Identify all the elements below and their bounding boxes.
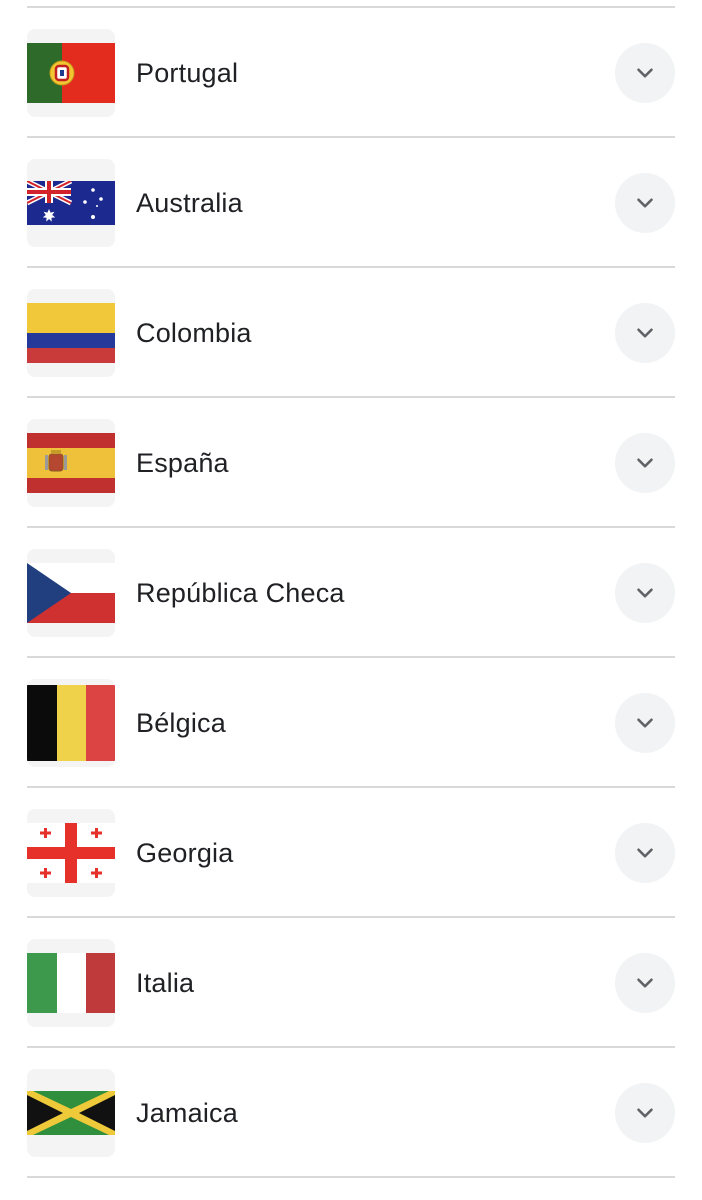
- country-row-colombia[interactable]: Colombia: [27, 268, 675, 398]
- australia-flag-icon: [27, 181, 115, 225]
- country-row-belgium[interactable]: Bélgica: [27, 658, 675, 788]
- georgia-flag-icon: [27, 823, 115, 883]
- expand-button[interactable]: [615, 433, 675, 493]
- italy-flag-icon: [27, 953, 115, 1013]
- flag-tile: [27, 549, 115, 637]
- country-name: Australia: [136, 188, 243, 218]
- flag-tile: [27, 159, 115, 247]
- flag-tile: [27, 809, 115, 897]
- expand-button[interactable]: [615, 693, 675, 753]
- chevron-down-icon: [637, 848, 653, 858]
- expand-button[interactable]: [615, 173, 675, 233]
- country-row-georgia[interactable]: Georgia: [27, 788, 675, 918]
- chevron-down-icon: [637, 68, 653, 78]
- flag-tile: [27, 679, 115, 767]
- flag-tile: [27, 419, 115, 507]
- country-row-jamaica[interactable]: Jamaica: [27, 1048, 675, 1178]
- expand-button[interactable]: [615, 43, 675, 103]
- czech-republic-flag-icon: [27, 563, 115, 623]
- flag-tile: [27, 29, 115, 117]
- country-row-spain[interactable]: España: [27, 398, 675, 528]
- country-row-portugal[interactable]: Portugal: [27, 8, 675, 138]
- colombia-flag-icon: [27, 303, 115, 363]
- expand-button[interactable]: [615, 303, 675, 363]
- chevron-down-icon: [637, 198, 653, 208]
- country-name: Portugal: [136, 58, 239, 88]
- chevron-down-icon: [637, 1108, 653, 1118]
- expand-button[interactable]: [615, 823, 675, 883]
- expand-button[interactable]: [615, 563, 675, 623]
- jamaica-flag-icon: [27, 1091, 115, 1135]
- country-row-czech-republic[interactable]: República Checa: [27, 528, 675, 658]
- country-row-australia[interactable]: Australia: [27, 138, 675, 268]
- chevron-down-icon: [637, 458, 653, 468]
- belgium-flag-icon: [27, 685, 115, 761]
- flag-tile: [27, 939, 115, 1027]
- country-name: República Checa: [136, 578, 345, 608]
- row-divider: [27, 1176, 675, 1178]
- chevron-down-icon: [637, 718, 653, 728]
- country-name: Bélgica: [136, 708, 226, 738]
- country-name: Colombia: [136, 318, 252, 348]
- chevron-down-icon: [637, 978, 653, 988]
- country-name: Georgia: [136, 838, 234, 868]
- portugal-flag-icon: [27, 43, 115, 103]
- country-name: España: [136, 448, 229, 478]
- country-row-italy[interactable]: Italia: [27, 918, 675, 1048]
- chevron-down-icon: [637, 328, 653, 338]
- chevron-down-icon: [637, 588, 653, 598]
- flag-tile: [27, 1069, 115, 1157]
- country-name: Italia: [136, 968, 195, 998]
- flag-tile: [27, 289, 115, 377]
- country-name: Jamaica: [136, 1098, 238, 1128]
- expand-button[interactable]: [615, 953, 675, 1013]
- expand-button[interactable]: [615, 1083, 675, 1143]
- spain-flag-icon: [27, 433, 115, 493]
